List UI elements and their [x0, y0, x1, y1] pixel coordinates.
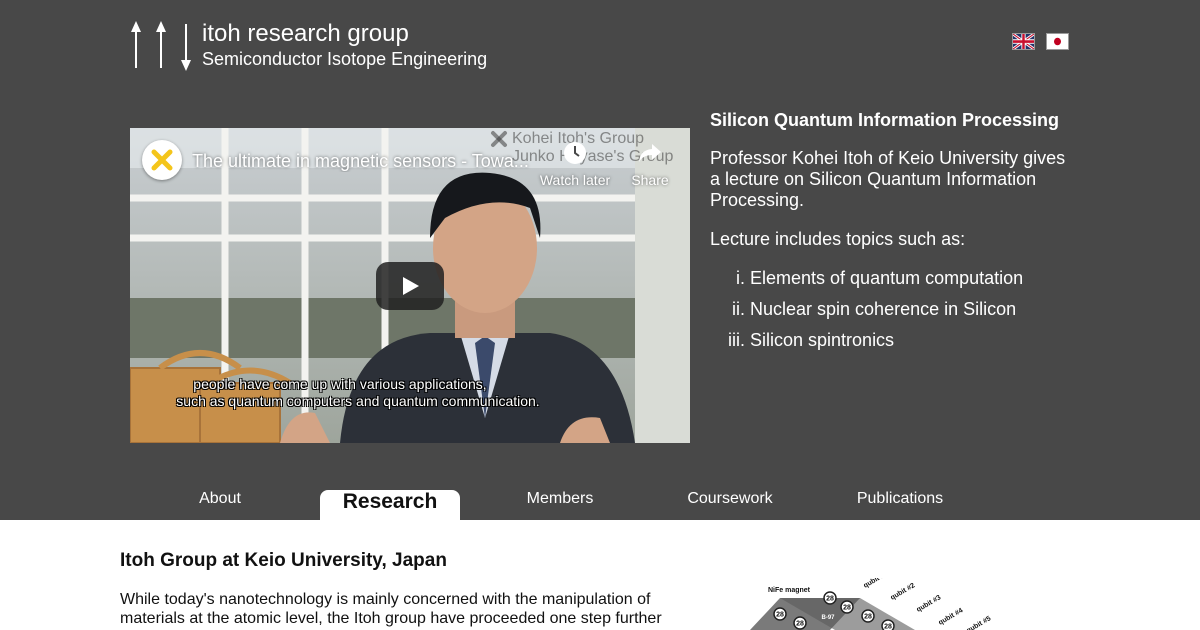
site-title[interactable]: itoh research group — [202, 20, 409, 48]
english-flag-icon[interactable] — [1012, 33, 1035, 50]
page-title: Itoh Group at Keio University, Japan — [120, 550, 447, 571]
topics-list: i. Elements of quantum computation ii. Nuc… — [710, 268, 1080, 351]
video-caption-line-1: people have come up with various applica… — [193, 376, 487, 392]
qubit-array-diagram: NiFe magnet qubit #1 qubit #2 qubit #3 q… — [750, 578, 993, 630]
share-label: Share — [631, 172, 669, 188]
intro-paragraph: While today's nanotechnology is mainly c… — [120, 591, 662, 627]
isotope-label: 28 — [796, 621, 804, 628]
lecture-heading: Silicon Quantum Information Processing — [710, 110, 1060, 130]
nav-research[interactable]: Research — [320, 490, 460, 520]
nav-coursework[interactable]: Coursework — [660, 488, 800, 510]
isotope-label: 28 — [776, 612, 784, 619]
isotope-label: 28 — [843, 605, 851, 612]
list-item: i. Elements of quantum computation — [736, 268, 1024, 288]
watch-later-label: Watch later — [539, 172, 611, 188]
list-item: iii. Silicon spintronics — [728, 330, 895, 350]
qubit-label: qubit #3 — [916, 594, 943, 614]
magnet-label: NiFe magnet — [768, 587, 811, 594]
watermark-logo-icon — [491, 131, 507, 147]
japanese-flag-icon[interactable] — [1046, 33, 1069, 50]
watch-later-button[interactable]: Watch later — [530, 140, 620, 190]
field-label: B-97 — [821, 615, 835, 621]
topics-lead: Lecture includes topics such as: — [710, 229, 966, 249]
share-button[interactable]: Share — [624, 140, 676, 190]
qubit-label: qubit #1 — [863, 578, 890, 590]
share-arrow-icon — [639, 144, 661, 162]
list-item: ii. Nuclear spin coherence in Silicon — [732, 299, 1017, 319]
lecture-intro: Professor Kohei Itoh of Keio University … — [710, 148, 1066, 210]
nav-members[interactable]: Members — [490, 488, 630, 510]
clock-icon — [564, 142, 586, 164]
qubit-label: qubit #4 — [938, 607, 965, 627]
site-subtitle: Semiconductor Isotope Engineering — [202, 49, 488, 69]
nav-about[interactable]: About — [150, 488, 290, 510]
video-caption-line-2: such as quantum computers and quantum co… — [176, 393, 540, 409]
video-title[interactable]: The ultimate in magnetic sensors - Towa.… — [192, 150, 532, 172]
play-icon — [403, 277, 419, 295]
qubit-label: qubit #2 — [890, 582, 917, 602]
spin-arrows-icon[interactable] — [128, 20, 194, 72]
nav-publications[interactable]: Publications — [830, 488, 970, 510]
channel-logo-icon[interactable] — [142, 140, 182, 180]
qubit-label: qubit #5 — [966, 615, 993, 630]
lecture-description: Silicon Quantum Information Processing P… — [710, 108, 1080, 361]
isotope-label: 28 — [864, 614, 872, 621]
video-player[interactable]: The ultimate in magnetic sensors - Towa.… — [130, 128, 690, 443]
isotope-label: 28 — [826, 596, 834, 603]
isotope-label: 28 — [884, 624, 892, 630]
play-button[interactable] — [376, 262, 444, 310]
